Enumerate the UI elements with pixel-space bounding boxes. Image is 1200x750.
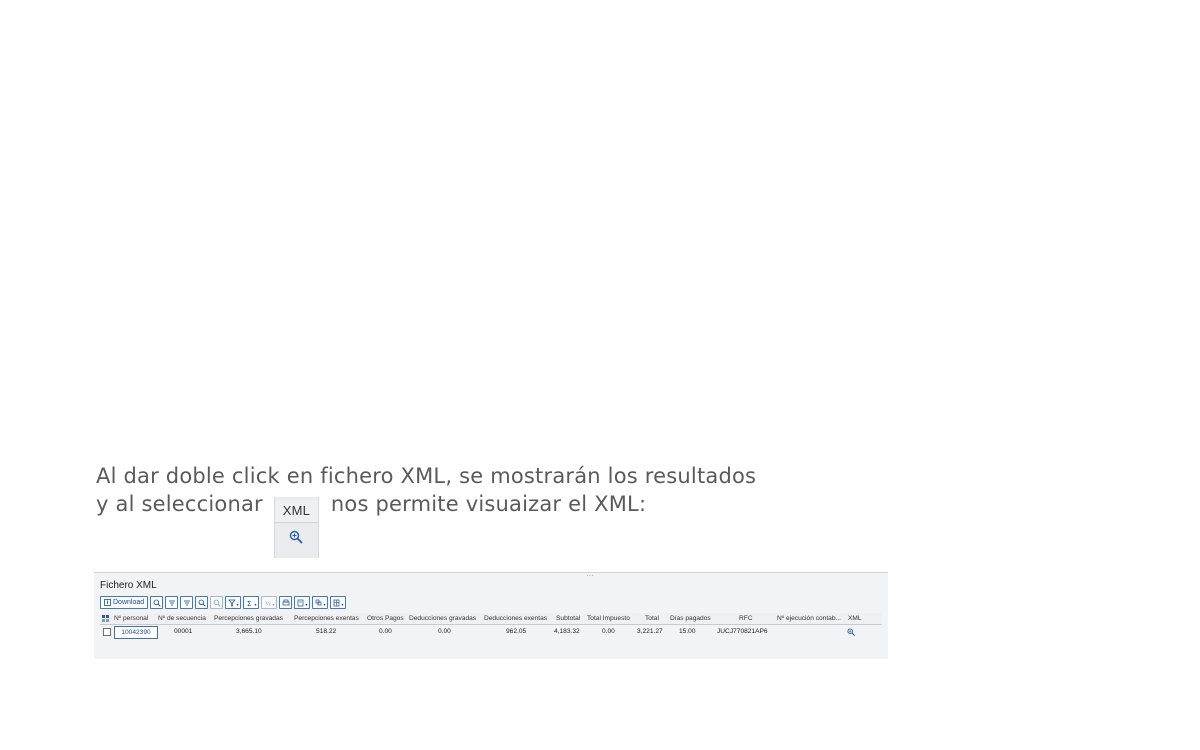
window-title: Fichero XML [100, 580, 157, 591]
col-header-rfc[interactable]: RFC [739, 613, 753, 624]
find-icon [198, 599, 206, 607]
resize-grip-icon[interactable]: ··· [586, 573, 594, 580]
cell-personal[interactable]: 10042390 [114, 626, 158, 639]
instruction-line-2: y al seleccionar XML nos permite visuaiz… [96, 490, 756, 558]
xml-column-sample: XML [273, 497, 319, 558]
cell-otros-pagos: 0.00 [379, 628, 392, 635]
row-select-checkbox[interactable] [103, 628, 111, 636]
col-header-deducciones-gravadas[interactable]: Deducciones gravadas [409, 613, 476, 624]
subtotal-button[interactable]: ½ [261, 596, 278, 609]
export-button[interactable] [294, 596, 311, 609]
find-button[interactable] [195, 596, 209, 609]
magnifier-zoom-icon[interactable] [847, 628, 855, 636]
instruction-line-2-end: nos permite visuaizar el XML: [330, 492, 647, 516]
cell-secuencia: 00001 [174, 628, 193, 635]
col-header-percepciones-gravadas[interactable]: Percepciones gravadas [214, 613, 283, 624]
alv-grid: Nº personal Nº de secuencia Percepciones… [100, 613, 882, 639]
grid-header-row: Nº personal Nº de secuencia Percepciones… [100, 613, 882, 625]
set-filter-icon [227, 599, 239, 606]
filter-button[interactable] [180, 596, 194, 609]
cell-dias-pagados: 15.00 [679, 628, 696, 635]
col-header-percepciones-exentas[interactable]: Percepciones exentas [294, 613, 359, 624]
col-header-deducciones-exentas[interactable]: Deducciones exentas [484, 613, 547, 624]
col-header-otros-pagos[interactable]: Otros Pagos [367, 613, 404, 624]
col-header-total[interactable]: Total [645, 613, 659, 624]
choose-layout-button[interactable] [330, 596, 347, 609]
col-header-personal[interactable]: Nº personal [114, 613, 148, 624]
svg-text:Σ: Σ [247, 600, 251, 607]
find-next-icon [213, 599, 221, 607]
choose-layout-icon [333, 599, 344, 606]
sort-ascending-button[interactable] [165, 596, 179, 609]
set-filter-button[interactable] [225, 596, 242, 609]
col-header-secuencia[interactable]: Nº de secuencia [158, 613, 206, 624]
col-header-total-impuesto[interactable]: Total Impuesto [587, 613, 630, 624]
col-header-xml[interactable]: XML [848, 613, 862, 624]
cell-total-impuesto: 0.00 [602, 628, 615, 635]
magnifier-zoom-icon [289, 530, 303, 544]
total-icon: Σ [247, 600, 257, 607]
download-icon [104, 599, 111, 606]
sort-ascending-icon [168, 600, 175, 605]
filter-icon [183, 600, 190, 605]
cell-subtotal: 4,183.32 [554, 628, 580, 635]
cell-percepciones-gravadas: 3,665.10 [236, 628, 262, 635]
print-button[interactable] [279, 596, 293, 609]
cell-deducciones-exentas: 962.05 [506, 628, 527, 635]
col-header-subtotal[interactable]: Subtotal [556, 613, 580, 624]
instruction-line-1: Al dar doble click en fichero XML, se mo… [96, 464, 757, 488]
col-header-dias-pagados[interactable]: Días pagados [670, 613, 711, 624]
xml-column-header: XML [274, 500, 318, 523]
print-icon [282, 599, 289, 605]
cell-rfc: JUCJ770821AP6 [717, 628, 768, 635]
sap-xml-window: ··· Fichero XML Download Σ ½ Nº personal… [94, 572, 888, 659]
subtotal-icon: ½ [265, 601, 275, 607]
details-icon [153, 599, 161, 607]
change-layout-button[interactable] [312, 596, 329, 609]
download-button[interactable]: Download [100, 596, 149, 609]
cell-percepciones-exentas: 518.22 [316, 628, 337, 635]
svg-text:½: ½ [265, 601, 271, 607]
table-row[interactable]: 10042390 00001 3,665.10 518.22 0.00 0.00… [100, 625, 882, 639]
find-next-button[interactable] [210, 596, 224, 609]
alv-toolbar: Download Σ ½ [100, 596, 347, 609]
download-label: Download [113, 599, 145, 606]
col-header-ejecucion-contab[interactable]: Nº ejecución contab... [777, 613, 841, 624]
cell-deducciones-gravadas: 0.00 [438, 628, 451, 635]
details-button[interactable] [150, 596, 164, 609]
instruction-line-2-start: y al seleccionar [96, 492, 263, 516]
export-icon [297, 599, 308, 606]
total-button[interactable]: Σ [243, 596, 260, 609]
cell-total: 3,221.27 [637, 628, 663, 635]
instruction-text: Al dar doble click en fichero XML, se mo… [96, 462, 757, 558]
column-layout-icon[interactable] [102, 615, 110, 622]
change-layout-icon [315, 599, 326, 606]
